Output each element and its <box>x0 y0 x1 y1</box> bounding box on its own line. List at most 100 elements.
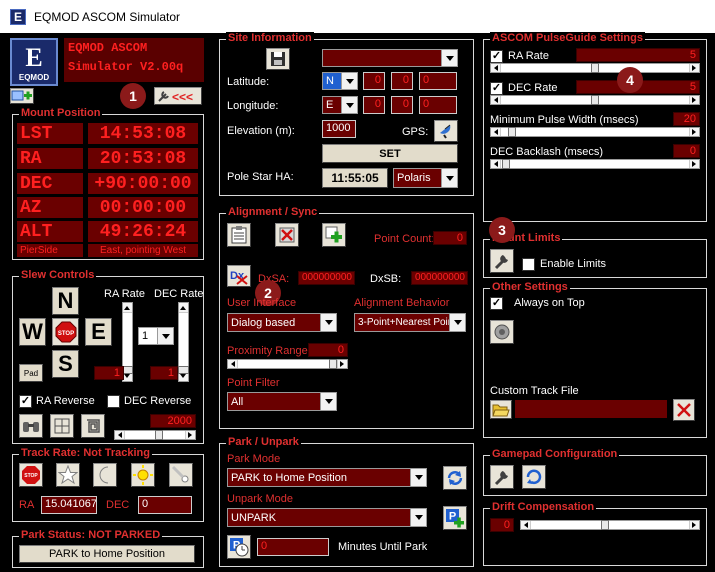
unpark-mode-select[interactable]: UNPARK <box>227 508 427 527</box>
add-point-icon <box>325 226 342 243</box>
pole-star-select[interactable]: Polaris <box>393 168 458 188</box>
limits-setup-button[interactable] <box>490 249 514 273</box>
enable-limits-checkbox[interactable] <box>522 258 535 271</box>
park-mode-label: Park Mode <box>227 453 281 465</box>
pg-dec-rate-slider[interactable] <box>490 95 700 105</box>
south-button[interactable]: S <box>52 350 79 378</box>
solar-button[interactable] <box>131 463 155 487</box>
binoculars-button[interactable] <box>19 414 43 438</box>
add-window-icon <box>11 90 32 101</box>
latitude-dir-select[interactable]: N <box>322 72 358 90</box>
min-pulse-slider[interactable] <box>490 127 700 137</box>
track-dec-value[interactable]: 0 <box>138 496 192 514</box>
pg-dec-rate-checkbox[interactable]: ✓ <box>490 82 503 95</box>
speaker-icon <box>494 324 510 340</box>
min-pulse-label: Minimum Pulse Width (msecs) <box>490 114 639 126</box>
speed-slider[interactable] <box>114 430 196 440</box>
alignment-list-button[interactable] <box>227 223 251 247</box>
alignment-behavior-value: 3-Point+Nearest Point <box>358 317 457 328</box>
pg-ra-rate-checkbox[interactable]: ✓ <box>490 50 503 63</box>
sidereal-button[interactable] <box>56 463 80 487</box>
elevation-field[interactable]: 1000 <box>322 120 356 138</box>
lat-dir-value: N <box>326 75 334 87</box>
user-interface-label: User Interface <box>227 297 297 309</box>
close-icon <box>677 403 691 417</box>
pulseguide-title: ASCOM PulseGuide Settings <box>490 32 645 44</box>
lunar-button[interactable] <box>93 463 117 487</box>
stop-icon: STOP <box>55 321 76 343</box>
park-refresh-button[interactable] <box>443 466 467 490</box>
spiral-button[interactable] <box>81 414 105 438</box>
unpark-mode-label: Unpark Mode <box>227 493 294 505</box>
alignment-behavior-label: Alignment Behavior <box>354 297 450 309</box>
custom-rate-button[interactable] <box>169 463 193 487</box>
svg-text:<<<: <<< <box>172 90 193 103</box>
pg-ra-rate-slider[interactable] <box>490 63 700 73</box>
point-filter-label: Point Filter <box>227 377 280 389</box>
dec-backlash-slider[interactable] <box>490 159 700 169</box>
save-site-button[interactable] <box>266 48 290 70</box>
lon-min-field[interactable]: 0 <box>391 96 413 114</box>
lst-label: LST <box>17 123 83 144</box>
setup-tool-button[interactable]: <<< <box>154 87 202 105</box>
longitude-dir-select[interactable]: E <box>322 96 358 114</box>
user-interface-select[interactable]: Dialog based <box>227 313 337 332</box>
lat-min-field[interactable]: 0 <box>391 72 413 90</box>
point-filter-select[interactable]: All <box>227 392 337 411</box>
north-button[interactable]: N <box>52 287 79 315</box>
dx-delete-icon: Dx <box>230 270 248 285</box>
alignment-behavior-select[interactable]: 3-Point+Nearest Point <box>354 313 466 332</box>
east-button[interactable]: E <box>85 318 112 346</box>
add-park-position-button[interactable]: P <box>443 506 467 530</box>
set-site-button[interactable]: SET <box>322 144 458 163</box>
lat-deg-field[interactable]: 0 <box>363 72 385 90</box>
custom-track-file-field[interactable] <box>515 400 667 418</box>
gps-button[interactable] <box>434 120 458 142</box>
pad-button[interactable]: Pad <box>19 364 43 382</box>
dec-reverse-checkbox[interactable] <box>107 395 120 408</box>
dec-rate-slider[interactable] <box>178 302 189 382</box>
clear-track-file-button[interactable] <box>673 399 695 421</box>
dx-button[interactable]: Dx <box>227 265 251 287</box>
stop-button[interactable]: STOP <box>52 318 79 346</box>
app-version: Simulator V2.00q <box>68 60 184 74</box>
wrench-icon <box>494 255 508 270</box>
west-button[interactable]: W <box>19 318 46 346</box>
park-timer-button[interactable]: P <box>227 535 251 559</box>
app-banner: EQMOD ASCOM Simulator V2.00q <box>64 38 204 82</box>
latitude-label: Latitude: <box>227 76 270 88</box>
logo-letter-icon: E <box>25 43 43 72</box>
minutes-until-park-field[interactable]: 0 <box>257 538 329 556</box>
park-mode-select[interactable]: PARK to Home Position <box>227 468 427 487</box>
add-point-button[interactable] <box>322 223 346 247</box>
ra-reverse-checkbox[interactable]: ✓ <box>19 395 32 408</box>
grid-button[interactable] <box>50 414 74 438</box>
refresh-icon <box>447 471 463 485</box>
drift-slider[interactable] <box>520 520 700 530</box>
lat-sec-field[interactable]: 0 <box>419 72 457 90</box>
add-window-button[interactable] <box>10 88 34 104</box>
eqmod-logo: E EQMOD <box>10 38 58 86</box>
rate-select[interactable]: 1 <box>138 327 174 345</box>
track-ra-value[interactable]: 15.041067 <box>41 496 97 514</box>
lon-deg-field[interactable]: 0 <box>363 96 385 114</box>
longitude-label: Longitude: <box>227 100 279 112</box>
satellite-dish-icon <box>440 124 451 139</box>
proximity-range-slider[interactable] <box>227 359 348 369</box>
minutes-until-park-label: Minutes Until Park <box>338 541 428 553</box>
slew-controls-title: Slew Controls <box>19 269 97 281</box>
annotation-badge-4: 4 <box>617 67 643 93</box>
app-icon: E <box>10 8 26 25</box>
site-select[interactable] <box>322 49 458 67</box>
lon-sec-field[interactable]: 0 <box>419 96 457 114</box>
sound-button[interactable] <box>490 320 514 344</box>
track-stop-button[interactable]: STOP <box>19 463 43 487</box>
always-on-top-checkbox[interactable]: ✓ <box>490 297 503 310</box>
clear-alignment-button[interactable] <box>275 223 299 247</box>
stop-sign-icon: STOP <box>22 466 40 484</box>
open-track-file-button[interactable] <box>490 400 512 419</box>
gamepad-setup-button[interactable] <box>490 465 514 489</box>
dec-backlash-value: 0 <box>673 144 700 158</box>
park-home-button[interactable]: PARK to Home Position <box>19 545 195 563</box>
gamepad-refresh-button[interactable] <box>522 465 546 489</box>
